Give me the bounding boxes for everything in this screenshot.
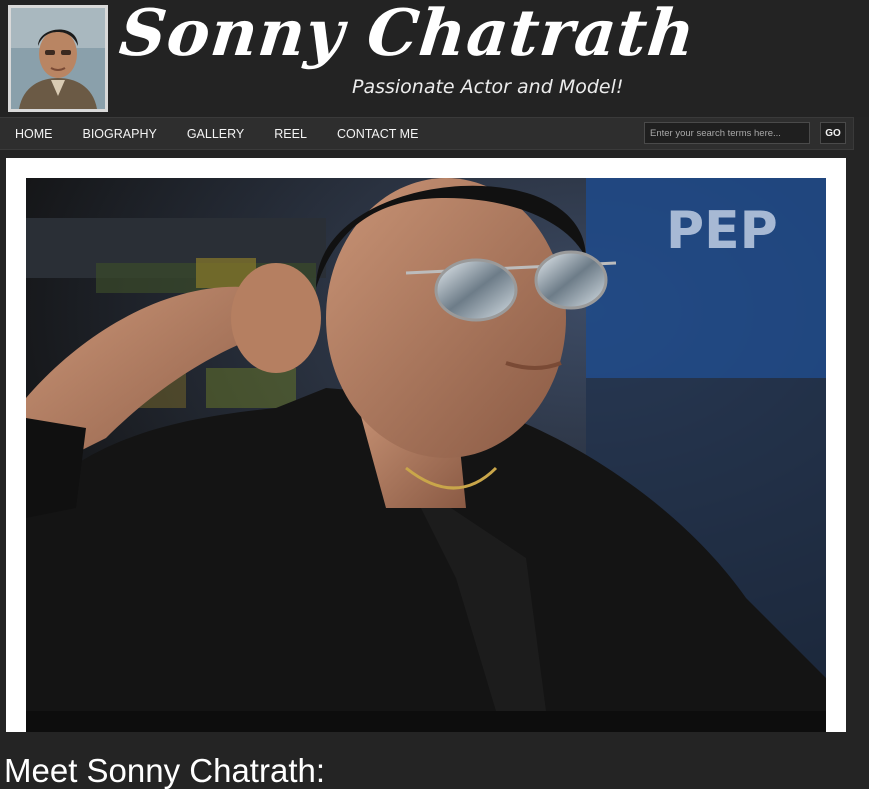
- slider-caption-strip: [26, 711, 826, 732]
- site-title[interactable]: Sonny Chatrath: [116, 0, 699, 71]
- nav-item-biography[interactable]: BIOGRAPHY: [83, 127, 157, 141]
- search-go-button[interactable]: GO: [820, 122, 846, 144]
- featured-photo[interactable]: PEP: [26, 178, 826, 711]
- main-navigation: HOME BIOGRAPHY GALLERY REEL CONTACT ME G…: [0, 117, 854, 150]
- search-input[interactable]: [644, 122, 810, 144]
- nav-item-contact-me[interactable]: CONTACT ME: [337, 127, 418, 141]
- site-tagline: Passionate Actor and Model!: [352, 76, 624, 98]
- svg-text:PEP: PEP: [666, 201, 778, 261]
- nav-item-reel[interactable]: REEL: [274, 127, 307, 141]
- nav-item-gallery[interactable]: GALLERY: [187, 127, 244, 141]
- featured-photo-frame: PEP: [6, 158, 846, 732]
- nav-menu: HOME BIOGRAPHY GALLERY REEL CONTACT ME: [15, 118, 448, 149]
- profile-avatar[interactable]: [8, 5, 108, 112]
- nav-item-home[interactable]: HOME: [15, 127, 53, 141]
- site-header: Sonny Chatrath Passionate Actor and Mode…: [0, 0, 869, 117]
- page-heading: Meet Sonny Chatrath:: [4, 752, 326, 789]
